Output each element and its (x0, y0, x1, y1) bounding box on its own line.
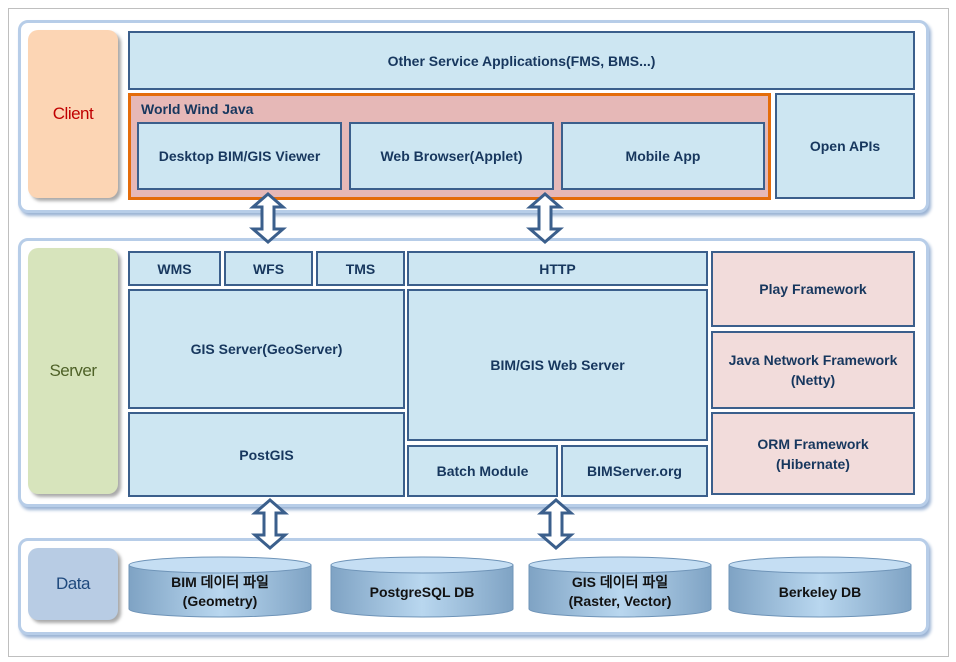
double-arrow-icon (525, 192, 565, 244)
double-arrow-icon (248, 192, 288, 244)
arrows (248, 192, 576, 550)
architecture-diagram: Client Other Service Applications(FMS, B… (0, 0, 956, 662)
double-arrow-icon (250, 498, 290, 550)
double-arrow-icon (536, 498, 576, 550)
